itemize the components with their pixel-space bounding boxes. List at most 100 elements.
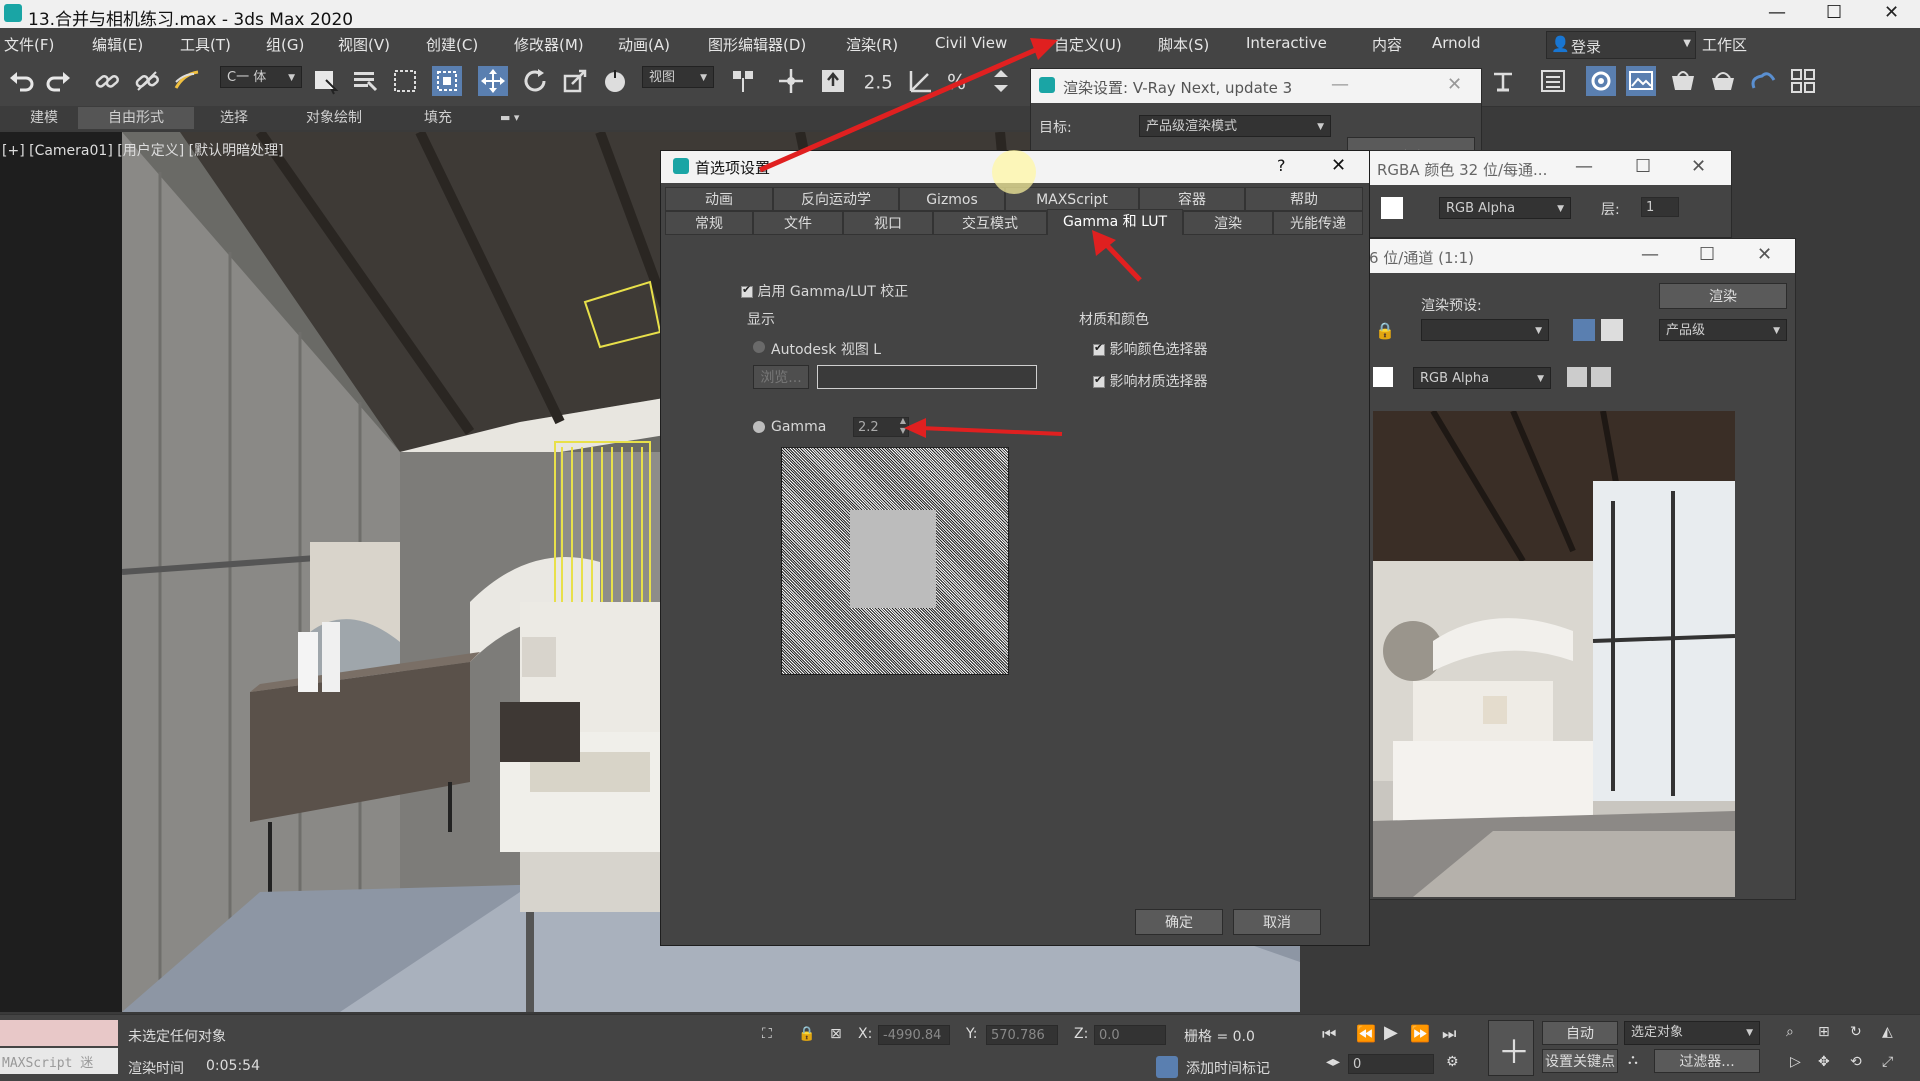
close-icon[interactable]: ✕	[1757, 244, 1772, 265]
ribbon-options-icon[interactable]: ▬ ▾	[492, 107, 527, 129]
menu-content[interactable]: 内容	[1372, 34, 1402, 55]
quality-dropdown[interactable]: 产品级	[1659, 319, 1787, 342]
pivot-icon[interactable]	[728, 66, 758, 96]
menu-file[interactable]: 文件(F)	[4, 34, 54, 55]
frame-buffer-titlebar[interactable]: 6 位/通道 (1:1) — ☐ ✕	[1365, 239, 1795, 273]
zoom-all-icon[interactable]: ⊞	[1818, 1024, 1830, 1040]
environment-icon[interactable]	[1601, 319, 1623, 341]
link-icon[interactable]	[92, 66, 122, 96]
rendered-frame-window-icon[interactable]	[1626, 66, 1656, 96]
filters-button[interactable]: 过滤器...	[1654, 1049, 1760, 1073]
snap-toggle-icon[interactable]: 2.5	[862, 66, 898, 96]
redo-icon[interactable]	[44, 66, 74, 96]
menu-modifiers[interactable]: 修改器(M)	[514, 34, 584, 55]
isolate-icon[interactable]: ⛶	[762, 1026, 772, 1042]
orbit-subobject-icon[interactable]: ⟲	[1850, 1054, 1862, 1070]
spinner-snap-icon[interactable]	[986, 66, 1016, 96]
tab-animation[interactable]: 动画	[665, 187, 773, 211]
window-crossing-icon[interactable]	[432, 66, 462, 96]
help-icon[interactable]: ?	[1277, 156, 1286, 175]
maximize-icon[interactable]: ☐	[1635, 156, 1651, 177]
gamma-spinner[interactable]: 2.2 ▲ ▼	[853, 416, 909, 437]
minimize-icon[interactable]: —	[1575, 156, 1593, 177]
unlink-icon[interactable]	[132, 66, 162, 96]
set-key-button[interactable]: 设置关键点	[1542, 1049, 1618, 1073]
tab-radiosity[interactable]: 光能传递	[1273, 211, 1363, 235]
auto-key-button[interactable]: 自动	[1542, 1021, 1618, 1045]
tab-gamma-lut[interactable]: Gamma 和 LUT	[1047, 209, 1183, 235]
tab-help[interactable]: 帮助	[1245, 187, 1363, 211]
preferences-titlebar[interactable]: 首选项设置 ? ✕	[661, 151, 1369, 183]
next-frame-icon[interactable]: ⏩	[1410, 1024, 1430, 1043]
tab-maxscript[interactable]: MAXScript	[1005, 187, 1139, 211]
autodesk-view-radio[interactable]	[753, 341, 765, 353]
select-manipulate-icon[interactable]	[776, 66, 806, 96]
ribbon-tab-freeform[interactable]: 自由形式	[78, 107, 194, 129]
render-production-icon[interactable]	[1668, 66, 1698, 96]
lock-icon[interactable]: 🔒	[1375, 321, 1395, 340]
x-coordinate-field[interactable]: -4990.84	[878, 1025, 950, 1045]
fb-channel-dropdown[interactable]: RGB Alpha	[1413, 367, 1551, 390]
render-iterative-icon[interactable]	[1708, 66, 1738, 96]
ok-button[interactable]: 确定	[1135, 909, 1223, 935]
tab-viewports[interactable]: 视口	[843, 211, 933, 235]
affect-material-picker-checkbox[interactable]: 影响材质选择器	[1093, 371, 1207, 391]
affect-color-picker-checkbox[interactable]: 影响颜色选择器	[1093, 339, 1207, 359]
go-to-start-icon[interactable]: ⏮	[1322, 1024, 1336, 1044]
tab-files[interactable]: 文件	[753, 211, 843, 235]
tab-containers[interactable]: 容器	[1139, 187, 1245, 211]
menu-scripting[interactable]: 脚本(S)	[1158, 34, 1209, 55]
layer-spinner[interactable]: 1	[1641, 197, 1679, 217]
channel-dropdown[interactable]: RGB Alpha	[1439, 197, 1571, 220]
menu-group[interactable]: 组(G)	[266, 34, 304, 55]
render-setup-icon[interactable]	[1586, 66, 1616, 96]
ribbon-tab-populate[interactable]: 填充	[416, 107, 460, 129]
render-preset-dropdown[interactable]	[1421, 319, 1549, 342]
orbit-icon[interactable]: ↻	[1850, 1024, 1862, 1040]
ribbon-tab-selection[interactable]: 选择	[212, 107, 256, 129]
absolute-mode-icon[interactable]: ⊠	[830, 1026, 842, 1042]
lock-selection-icon[interactable]: 🔒	[798, 1026, 815, 1042]
select-by-name-icon[interactable]	[350, 66, 380, 96]
minimize-icon[interactable]: —	[1331, 74, 1349, 95]
y-coordinate-field[interactable]: 570.786	[986, 1025, 1058, 1045]
gamma-radio[interactable]	[753, 421, 765, 433]
lut-path-input[interactable]	[817, 365, 1037, 389]
browse-button[interactable]: 浏览...	[753, 365, 809, 389]
time-config-icon[interactable]: ⚙	[1446, 1054, 1459, 1070]
menu-edit[interactable]: 编辑(E)	[92, 34, 143, 55]
menu-arnold[interactable]: Arnold	[1432, 34, 1481, 52]
render-setup-titlebar[interactable]: 渲染设置: V-Ray Next, update 3 — ✕	[1031, 69, 1481, 103]
maximize-viewport-icon[interactable]: ⤢	[1882, 1054, 1893, 1070]
close-icon[interactable]: ✕	[1691, 156, 1706, 177]
rect-selection-icon[interactable]	[390, 66, 420, 96]
key-filter-dropdown[interactable]: 选定对象	[1624, 1021, 1760, 1045]
close-icon[interactable]: ✕	[1331, 155, 1346, 176]
tab-ik[interactable]: 反向运动学	[773, 187, 899, 211]
undo-icon[interactable]	[6, 66, 36, 96]
enable-gamma-checkbox[interactable]: 启用 Gamma/LUT 校正	[741, 281, 908, 301]
key-mode-icon[interactable]: ⛬	[1628, 1052, 1638, 1068]
keyboard-shortcut-icon[interactable]	[818, 66, 848, 96]
ribbon-tab-modeling[interactable]: 建模	[22, 107, 66, 129]
go-to-end-icon[interactable]: ⏭	[1442, 1024, 1456, 1044]
close-window-button[interactable]: ✕	[1884, 2, 1899, 23]
minimize-icon[interactable]: —	[1641, 244, 1659, 265]
minimize-button[interactable]: —	[1768, 2, 1786, 23]
zoom-icon[interactable]: ⌕	[1786, 1024, 1794, 1040]
menu-civil-view[interactable]: Civil View	[935, 34, 1007, 52]
render-setup-icon[interactable]	[1573, 319, 1595, 341]
frame-buffer-small-titlebar[interactable]: RGBA 颜色 32 位/每通... — ☐ ✕	[1365, 151, 1731, 185]
menu-rendering[interactable]: 渲染(R)	[846, 34, 898, 55]
pan-icon[interactable]: ✥	[1818, 1054, 1830, 1070]
ribbon-tab-object-paint[interactable]: 对象绘制	[298, 107, 370, 129]
selection-set-dropdown[interactable]: C一 体	[220, 66, 302, 89]
select-object-icon[interactable]	[310, 66, 340, 96]
set-key-big-button[interactable]: ＋	[1488, 1020, 1534, 1076]
menu-customize[interactable]: 自定义(U)	[1054, 34, 1122, 55]
bind-spacewarp-icon[interactable]	[172, 66, 202, 96]
percent-snap-icon[interactable]: %	[946, 66, 976, 96]
target-dropdown[interactable]: 产品级渲染模式	[1139, 115, 1331, 138]
previous-frame-icon[interactable]: ⏪	[1356, 1024, 1376, 1043]
cancel-button[interactable]: 取消	[1233, 909, 1321, 935]
